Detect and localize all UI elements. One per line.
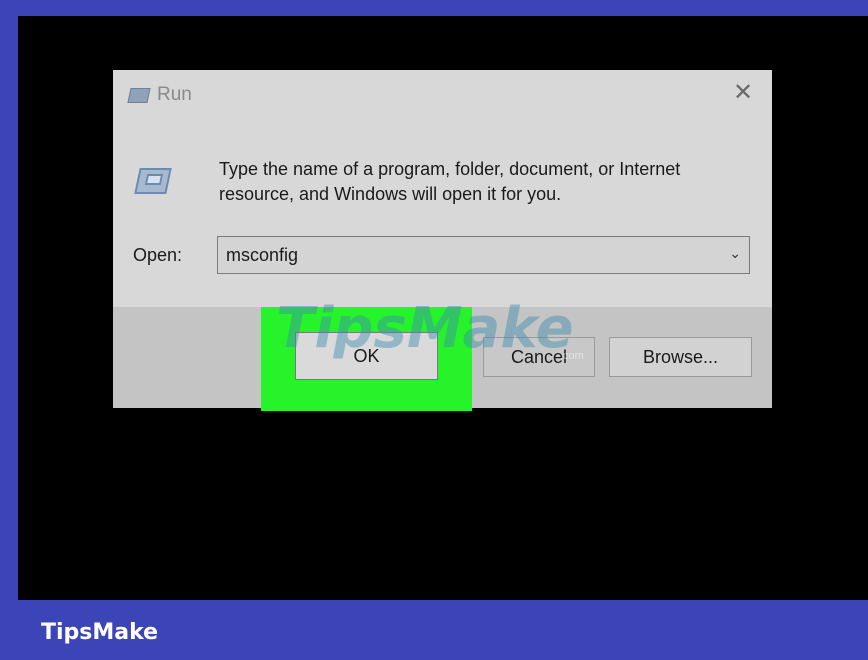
open-input-value[interactable]: msconfig [226, 245, 298, 266]
ok-button[interactable]: OK [295, 332, 438, 380]
chevron-down-icon[interactable]: ⌄ [729, 245, 741, 262]
brand-logo-text: TipsMake [41, 620, 159, 645]
run-icon [127, 88, 151, 103]
open-label: Open: [133, 245, 183, 265]
open-combobox[interactable]: msconfig ⌄ [217, 236, 750, 274]
close-icon[interactable]: ✕ [730, 80, 756, 106]
dialog-description: Type the name of a program, folder, docu… [219, 159, 681, 204]
cancel-button[interactable]: Cancel [483, 337, 595, 377]
browse-button[interactable]: Browse... [609, 337, 752, 377]
title-bar[interactable]: Run ✕ [113, 70, 772, 120]
dialog-title: Run [157, 84, 192, 105]
run-program-icon [133, 168, 173, 196]
